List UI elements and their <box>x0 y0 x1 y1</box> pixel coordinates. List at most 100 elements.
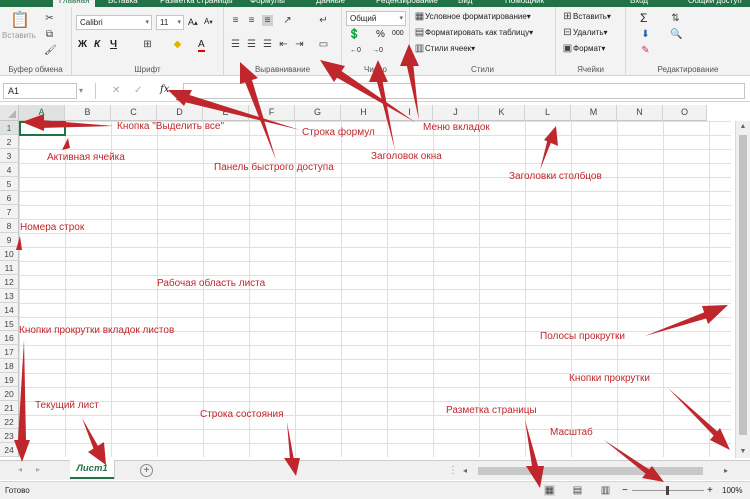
row-header-20[interactable]: 20 <box>0 387 19 401</box>
row-header-24[interactable]: 24 <box>0 443 19 457</box>
font-size-select[interactable]: 11 <box>156 15 184 30</box>
active-cell[interactable] <box>19 121 66 136</box>
column-header-n[interactable]: N <box>617 105 663 121</box>
column-header-m[interactable]: M <box>571 105 617 121</box>
font-name-select[interactable]: Calibri <box>76 15 152 30</box>
thousands-button[interactable]: 000 <box>392 30 404 37</box>
conditional-format-button[interactable]: ▦ Условное форматирование ▾ <box>414 11 531 22</box>
row-header-18[interactable]: 18 <box>0 359 19 373</box>
vertical-scroll-thumb[interactable] <box>739 135 747 435</box>
fill-color-icon[interactable]: ◆ <box>172 39 183 50</box>
add-sheet-button[interactable]: + <box>140 464 153 477</box>
format-painter-icon[interactable]: 🖌 <box>44 45 57 56</box>
sheet-scroll-right-icon[interactable]: ▸ <box>36 465 40 474</box>
align-right-icon[interactable]: ☰ <box>262 39 273 50</box>
row-header-5[interactable]: 5 <box>0 177 19 191</box>
borders-icon[interactable]: ⊞ <box>142 39 153 50</box>
merge-cells-icon[interactable]: ▭ <box>318 39 329 50</box>
insert-function-button[interactable]: fx <box>160 84 169 95</box>
row-header-2[interactable]: 2 <box>0 135 19 149</box>
page-break-view-icon[interactable]: ▥ <box>600 485 611 496</box>
row-header-12[interactable]: 12 <box>0 275 19 289</box>
row-header-3[interactable]: 3 <box>0 149 19 163</box>
wrap-text-icon[interactable]: ↵ <box>318 15 329 26</box>
page-layout-view-icon[interactable]: ▤ <box>572 485 583 496</box>
cut-icon[interactable]: ✂ <box>44 13 55 24</box>
enter-icon[interactable]: ✓ <box>134 85 142 96</box>
copy-icon[interactable]: ⧉ <box>44 29 55 40</box>
column-header-a[interactable]: A <box>19 105 65 121</box>
column-header-j[interactable]: J <box>433 105 479 121</box>
normal-view-icon[interactable]: ▦ <box>544 485 555 496</box>
column-header-f[interactable]: F <box>249 105 295 121</box>
paste-button[interactable]: 📋 Вставить <box>2 11 36 40</box>
clear-icon[interactable]: ✎ <box>640 45 651 56</box>
row-header-7[interactable]: 7 <box>0 205 19 219</box>
increase-indent-icon[interactable]: ⇥ <box>294 39 305 50</box>
align-middle-icon[interactable]: ≡ <box>246 15 257 26</box>
row-header-14[interactable]: 14 <box>0 303 19 317</box>
column-header-i[interactable]: I <box>387 105 433 121</box>
formula-input[interactable] <box>183 83 745 99</box>
row-header-4[interactable]: 4 <box>0 163 19 177</box>
zoom-level[interactable]: 100% <box>722 486 742 495</box>
tab-3[interactable]: Формулы <box>250 0 285 5</box>
row-header-6[interactable]: 6 <box>0 191 19 205</box>
current-sheet-tab[interactable]: Лист1 <box>70 460 114 479</box>
column-header-e[interactable]: E <box>203 105 249 121</box>
column-header-k[interactable]: K <box>479 105 525 121</box>
row-header-15[interactable]: 15 <box>0 317 19 331</box>
name-box-dropdown-icon[interactable]: ▾ <box>79 86 83 95</box>
cell-styles-button[interactable]: ▥ Стили ячеек ▾ <box>414 43 475 54</box>
tab-4[interactable]: Данные <box>316 0 345 5</box>
row-header-13[interactable]: 13 <box>0 289 19 303</box>
row-header-10[interactable]: 10 <box>0 247 19 261</box>
increase-decimal-icon[interactable]: ←0 <box>350 47 361 54</box>
row-header-16[interactable]: 16 <box>0 331 19 345</box>
column-header-d[interactable]: D <box>157 105 203 121</box>
name-box[interactable]: A1 <box>3 83 77 99</box>
align-top-icon[interactable]: ≡ <box>230 15 241 26</box>
column-header-c[interactable]: C <box>111 105 157 121</box>
row-header-21[interactable]: 21 <box>0 401 19 415</box>
tab-split-handle[interactable]: ⋮ <box>448 465 458 476</box>
bold-button[interactable]: Ж <box>78 39 87 50</box>
row-header-1[interactable]: 1 <box>0 121 19 135</box>
horizontal-scrollbar[interactable]: ◂ ▸ <box>460 465 735 477</box>
column-header-h[interactable]: H <box>341 105 387 121</box>
increase-font-icon[interactable]: A ▴ <box>188 17 198 27</box>
column-header-g[interactable]: G <box>295 105 341 121</box>
number-format-select[interactable]: Общий <box>346 11 406 26</box>
sheet-scroll-left-icon[interactable]: ◂ <box>18 465 22 474</box>
cells-area[interactable] <box>19 121 731 457</box>
format-as-table-button[interactable]: ▤ Форматировать как таблицу ▾ <box>414 27 533 38</box>
tab-1[interactable]: Вставка <box>108 0 138 5</box>
row-header-19[interactable]: 19 <box>0 373 19 387</box>
tab-9[interactable]: Общий доступ <box>688 0 742 5</box>
row-header-11[interactable]: 11 <box>0 261 19 275</box>
align-bottom-icon[interactable]: ≡ <box>262 15 273 26</box>
percent-button[interactable]: % <box>376 29 385 40</box>
row-header-22[interactable]: 22 <box>0 415 19 429</box>
tab-6[interactable]: Вид <box>458 0 472 5</box>
find-icon[interactable]: 🔍 <box>670 29 682 40</box>
select-all-button[interactable] <box>0 105 19 121</box>
orientation-icon[interactable]: ↗ <box>282 15 293 26</box>
align-center-icon[interactable]: ☰ <box>246 39 257 50</box>
underline-button[interactable]: Ч <box>110 39 117 50</box>
align-left-icon[interactable]: ☰ <box>230 39 241 50</box>
column-header-o[interactable]: O <box>663 105 707 121</box>
decrease-indent-icon[interactable]: ⇤ <box>278 39 289 50</box>
insert-cells-button[interactable]: ⊞ Вставить ▾ <box>562 11 611 22</box>
zoom-slider-thumb[interactable] <box>666 486 669 495</box>
row-header-8[interactable]: 8 <box>0 219 19 233</box>
currency-icon[interactable]: 💲 <box>348 29 360 40</box>
cancel-icon[interactable]: ✕ <box>112 85 120 96</box>
column-header-l[interactable]: L <box>525 105 571 121</box>
row-header-9[interactable]: 9 <box>0 233 19 247</box>
autosum-button[interactable]: Σ <box>640 11 647 25</box>
tab-5[interactable]: Рецензирование <box>376 0 438 5</box>
scroll-right-button[interactable]: ▸ <box>724 466 728 475</box>
tab-2[interactable]: Разметка страницы <box>160 0 233 5</box>
zoom-out-button[interactable]: − <box>622 485 628 496</box>
